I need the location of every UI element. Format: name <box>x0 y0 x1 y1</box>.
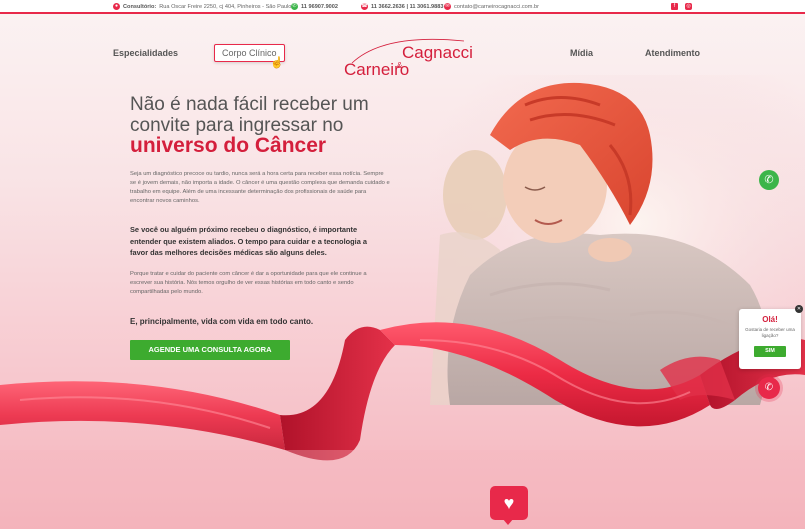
callback-popup: Olá! Gostaria de receber uma ligação? SI… <box>739 309 801 369</box>
phone-contact[interactable]: ☎ 11 3662.2636 | 11 3061.9883 <box>361 3 444 10</box>
location-pin-icon: ● <box>113 3 120 10</box>
email-address[interactable]: contato@carneirocagnacci.com.br <box>454 4 539 10</box>
facebook-icon[interactable]: f <box>671 3 678 10</box>
site-logo[interactable]: Carneiro & Cagnacci <box>344 33 473 83</box>
phone-small-icon: ☎ <box>361 3 368 10</box>
paragraph-allies: Se você ou alguém próximo recebeu o diag… <box>130 225 367 257</box>
nav-midia[interactable]: Mídia <box>570 48 593 58</box>
heart-icon: ♥ <box>503 493 515 513</box>
headline-light: Não é nada fácil receber um convite para… <box>130 94 369 136</box>
popup-message: Gostaria de receber uma ligação? <box>745 327 795 338</box>
popup-title: Olá! <box>762 315 778 324</box>
address-text: Rua Oscar Freire 2250, cj 404, Pinheiros… <box>159 3 292 10</box>
whatsapp-button[interactable]: ✆ <box>759 170 779 190</box>
instagram-icon[interactable]: ◎ <box>685 3 692 10</box>
address-info: ● Consultório: Rua Oscar Freire 2250, cj… <box>113 3 291 10</box>
top-info-bar: ● Consultório: Rua Oscar Freire 2250, cj… <box>0 0 805 14</box>
nav-atendimento[interactable]: Atendimento <box>645 48 700 58</box>
whatsapp-icon: ✆ <box>764 174 774 186</box>
whatsapp-number[interactable]: 11 96907.9002 <box>301 4 338 10</box>
address-label: Consultório: <box>123 3 157 10</box>
paragraph-intro: Seja um diagnóstico precoce ou tardio, n… <box>130 171 390 204</box>
popup-yes-button[interactable]: SIM <box>754 346 786 357</box>
email-contact[interactable]: ✉ contato@carneirocagnacci.com.br <box>444 3 539 10</box>
callback-phone-button[interactable]: ✆ <box>758 377 780 399</box>
mail-icon: ✉ <box>444 3 451 10</box>
paragraph-story: Porque tratar e cuidar do paciente com c… <box>130 271 367 295</box>
heart-badge-tail <box>502 518 514 525</box>
phone-icon: ✆ <box>764 382 774 393</box>
ribbon-decoration <box>0 322 805 500</box>
heart-badge: ♥ <box>490 486 528 520</box>
phone-numbers[interactable]: 11 3662.2636 | 11 3061.9883 <box>371 4 444 10</box>
popup-close-icon[interactable]: ✕ <box>795 305 803 313</box>
whatsapp-small-icon: ✆ <box>291 3 298 10</box>
page: ● Consultório: Rua Oscar Freire 2250, cj… <box>0 0 805 529</box>
whatsapp-contact[interactable]: ✆ 11 96907.9002 <box>291 3 338 10</box>
nav-especialidades[interactable]: Especialidades <box>113 48 178 58</box>
headline-strong: universo do Câncer <box>130 134 327 157</box>
mouse-cursor-icon: ☝ <box>270 57 284 69</box>
logo-word-cagnacci: Cagnacci <box>402 43 473 62</box>
